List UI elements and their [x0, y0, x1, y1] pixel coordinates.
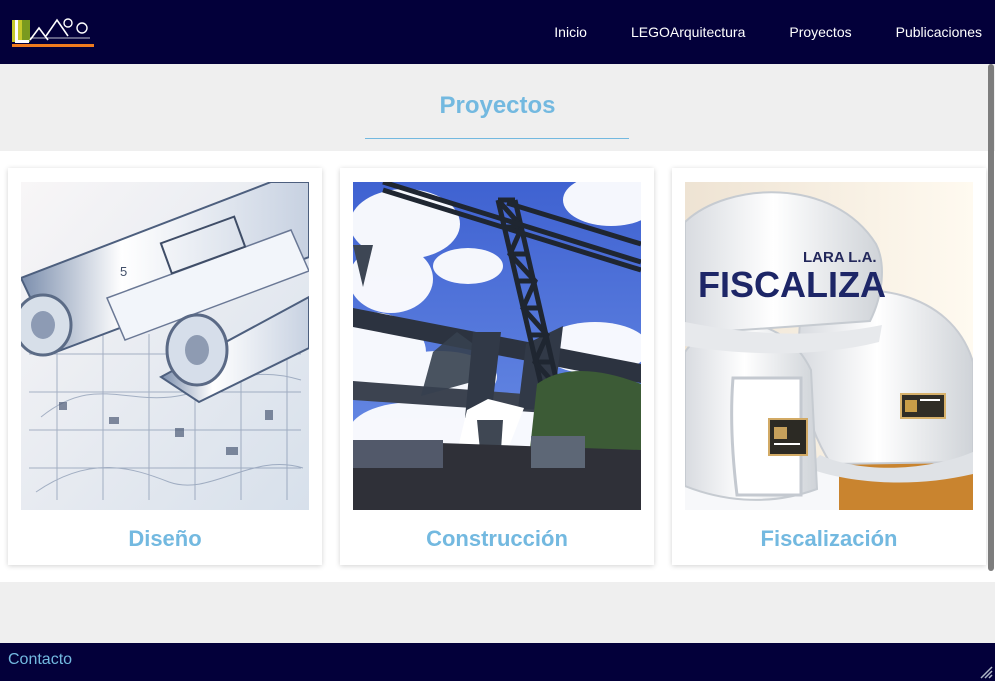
footer: Contacto: [0, 643, 995, 681]
inspection-project-card[interactable]: LARA L.A. FISCALIZA Fiscalización: [672, 168, 986, 565]
lego-logo[interactable]: [12, 16, 94, 50]
page-title: Proyectos: [439, 92, 556, 119]
blueprint-image[interactable]: 5: [21, 182, 309, 510]
top-navigation-bar: Inicio LEGOArquitectura Proyectos Public…: [0, 0, 995, 64]
nav-inicio-link[interactable]: Inicio: [554, 24, 587, 40]
blueprint-image-icon: 5: [21, 182, 309, 510]
page-title-section: Proyectos: [0, 64, 995, 151]
main-navigation: Inicio LEGOArquitectura Proyectos Public…: [554, 0, 982, 64]
construction-card-title: Construcción: [426, 526, 568, 551]
helmet-text-fiscaliza: FISCALIZA: [698, 264, 886, 305]
nav-publicaciones-link[interactable]: Publicaciones: [896, 24, 982, 40]
lego-logo-icon: [12, 18, 94, 47]
nav-proyectos-link[interactable]: Proyectos: [789, 24, 851, 40]
nav-legoarquitectura-link[interactable]: LEGOArquitectura: [631, 24, 745, 40]
project-cards-section: 5 Diseño Construcción LARA L.A. FISCALIZ…: [0, 151, 995, 582]
resize-grip-icon[interactable]: [977, 663, 993, 679]
construction-crane-image[interactable]: [353, 182, 641, 510]
construction-crane-image-icon: [353, 182, 641, 510]
inspection-helmets-image-icon: LARA L.A. FISCALIZA: [685, 182, 973, 510]
page-scrollbar[interactable]: [988, 64, 994, 571]
svg-text:5: 5: [120, 264, 127, 279]
design-project-card[interactable]: 5 Diseño: [8, 168, 322, 565]
title-divider: [365, 138, 629, 139]
design-card-title: Diseño: [128, 526, 202, 551]
construction-project-card[interactable]: Construcción: [340, 168, 654, 565]
inspection-card-title: Fiscalización: [760, 526, 898, 551]
contact-link[interactable]: Contacto: [8, 651, 72, 669]
inspection-helmets-image[interactable]: LARA L.A. FISCALIZA: [685, 182, 973, 510]
